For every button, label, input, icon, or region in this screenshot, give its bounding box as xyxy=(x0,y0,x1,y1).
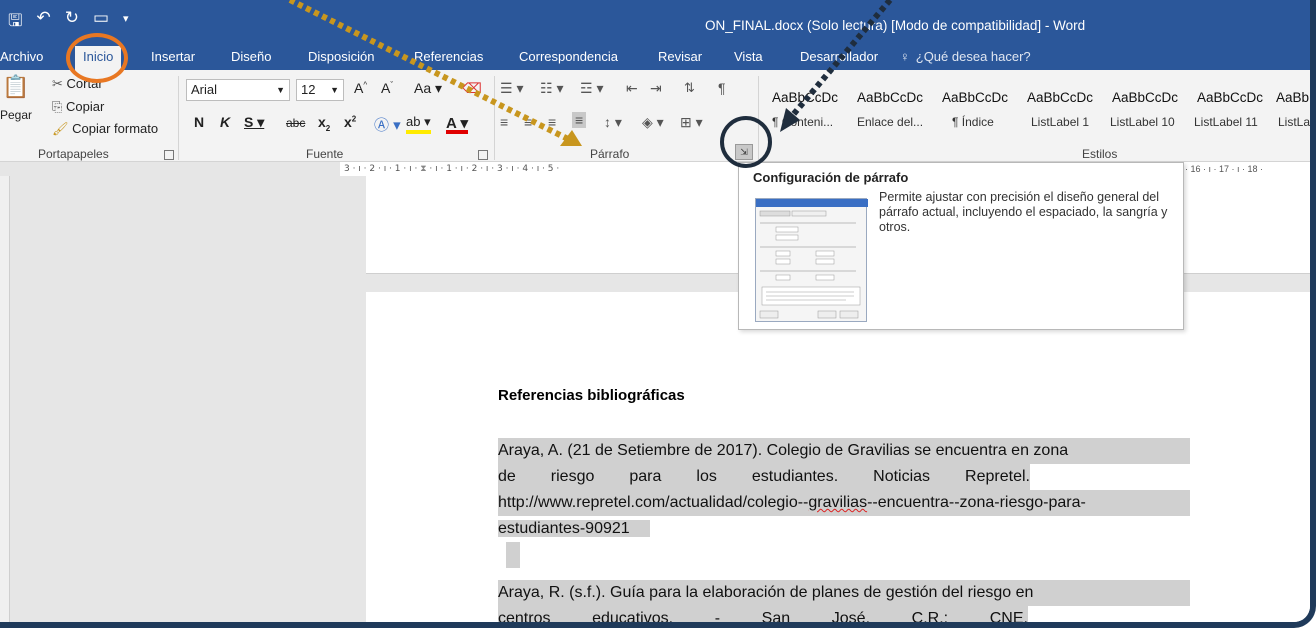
annotation-arrows xyxy=(288,0,893,146)
navy-dotted-arrow xyxy=(789,0,893,118)
word-window: 🖫 ↶ ↻ ▭ ▾ ON_FINAL.docx (Solo lectura) [… xyxy=(0,0,1316,628)
gold-dotted-arrow xyxy=(288,0,572,143)
